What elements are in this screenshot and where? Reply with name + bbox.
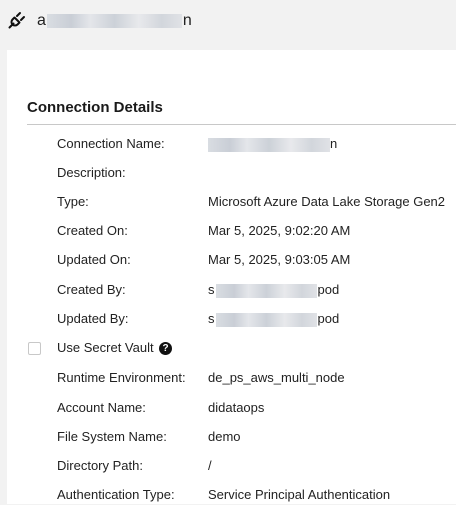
field-value: s pod [208,309,339,329]
field-label: Connection Name: [57,136,165,151]
connection-title: an [37,11,192,31]
field-value: s pod [208,280,339,300]
field-label: Directory Path: [57,458,143,473]
field-label: Created On: [57,223,128,238]
field-value: demo [208,429,241,444]
field-value: didataops [208,400,265,415]
field-value: de_ps_aws_multi_node [208,370,345,385]
field-value: Mar 5, 2025, 9:03:05 AM [208,252,351,267]
redacted-text [215,283,317,298]
section-divider [27,124,456,125]
field-value-end: n [330,136,338,151]
details-panel: Connection Details Connection Name: n De… [7,50,456,504]
redacted-text [215,312,317,327]
use-secret-vault-row: Use Secret Vault ? [7,338,456,358]
field-value: / [208,458,212,473]
field-label: Account Name: [57,400,146,415]
field-runtime-environment: Runtime Environment: de_ps_aws_multi_nod… [7,368,456,388]
field-account-name: Account Name: didataops [7,398,456,418]
field-value-start: s [208,311,215,326]
field-value-end: pod [317,311,340,326]
plug-icon [8,12,25,29]
field-value-start: s [208,282,215,297]
field-value-end: pod [317,282,340,297]
field-label: Type: [57,194,89,209]
field-label: Runtime Environment: [57,370,186,385]
field-label: File System Name: [57,429,167,444]
section-title: Connection Details [27,99,163,116]
field-created-on: Created On: Mar 5, 2025, 9:02:20 AM [7,221,456,241]
redacted-text [46,13,182,28]
use-secret-vault-checkbox[interactable] [28,342,41,355]
field-file-system-name: File System Name: demo [7,427,456,447]
field-description: Description: [7,163,456,183]
field-type: Type: Microsoft Azure Data Lake Storage … [7,192,456,212]
field-authentication-type: Authentication Type: Service Principal A… [7,485,456,505]
field-value: Mar 5, 2025, 9:02:20 AM [208,223,351,238]
connection-title-start: a [37,12,46,29]
field-connection-name: Connection Name: n [7,134,456,154]
field-label: Updated On: [57,252,131,267]
field-updated-on: Updated On: Mar 5, 2025, 9:03:05 AM [7,250,456,270]
field-value: n [208,134,337,154]
field-value: Service Principal Authentication [208,487,391,502]
question-icon[interactable]: ? [159,342,172,355]
redacted-text [208,137,330,152]
field-created-by: Created By: s pod [7,280,456,300]
connection-title-end: n [182,12,192,29]
field-label: Authentication Type: [57,487,175,502]
field-value: Microsoft Azure Data Lake Storage Gen2 [208,194,446,209]
field-directory-path: Directory Path: / [7,456,456,476]
page-header: an [0,0,456,44]
use-secret-vault-label[interactable]: Use Secret Vault [57,338,154,358]
field-updated-by: Updated By: s pod [7,309,456,329]
field-label: Description: [57,165,126,180]
field-label: Created By: [57,282,126,297]
field-label: Updated By: [57,311,129,326]
